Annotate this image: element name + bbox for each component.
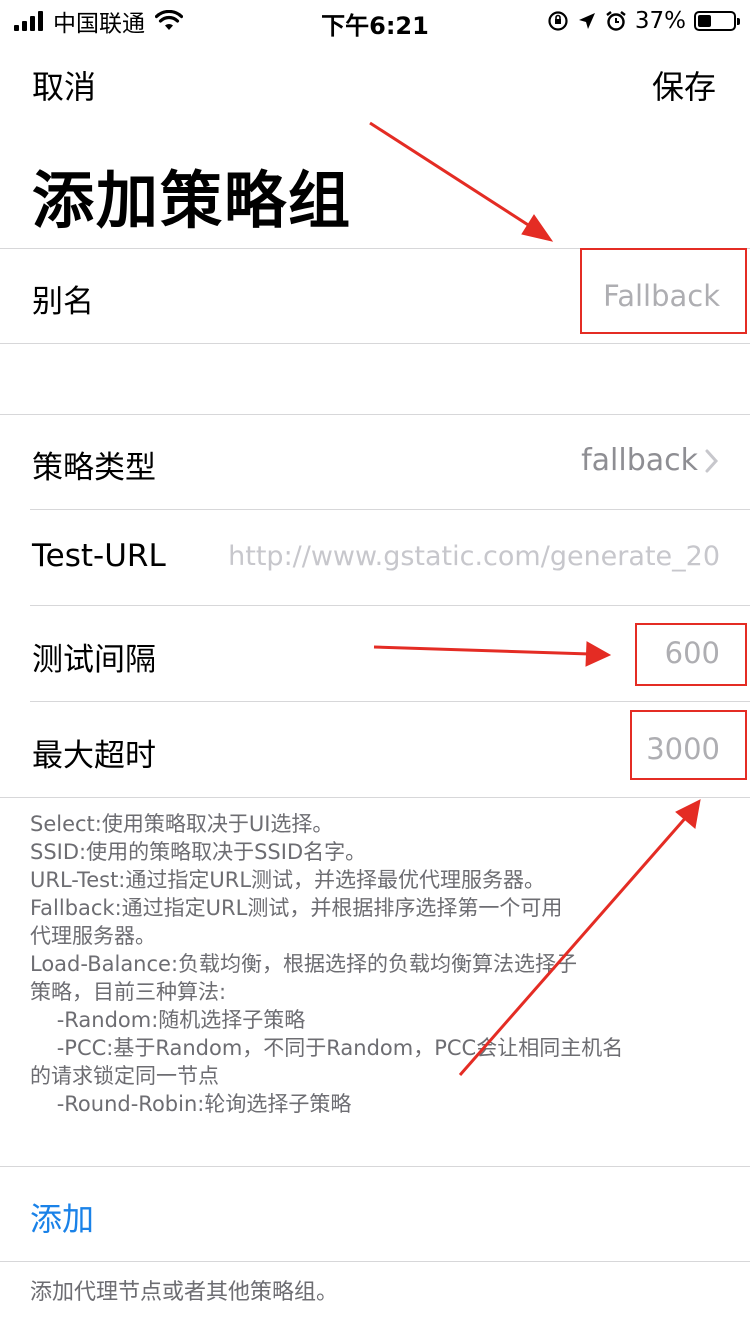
divider [0, 1261, 750, 1262]
location-icon [578, 13, 595, 29]
status-right: 37% [547, 6, 740, 36]
divider [0, 797, 750, 798]
policy-type-value: fallback [581, 443, 698, 478]
policy-type-row[interactable]: fallback [581, 443, 720, 478]
annotation-arrow-alias [369, 121, 554, 242]
rotation-lock-icon [548, 11, 568, 31]
cancel-button[interactable]: 取消 [32, 62, 96, 108]
alarm-icon [606, 11, 626, 31]
chevron-right-icon [705, 449, 719, 472]
divider [0, 343, 750, 344]
divider [0, 1166, 750, 1167]
battery-percent: 37% [634, 8, 686, 34]
test-interval-label: 测试间隔 [32, 642, 156, 678]
divider [30, 509, 750, 510]
divider [30, 605, 750, 606]
alias-label: 别名 [32, 284, 94, 320]
max-timeout-label: 最大超时 [32, 738, 156, 774]
annotation-box-timeout [630, 710, 747, 780]
divider [30, 701, 750, 702]
divider [0, 414, 750, 415]
policy-type-label: 策略类型 [32, 450, 156, 486]
save-button[interactable]: 保存 [652, 62, 716, 108]
policy-description: Select:使用策略取决于UI选择。 SSID:使用的策略取决于SSID名字。… [30, 812, 624, 1116]
test-url-label: Test-URL [32, 538, 166, 574]
annotation-box-alias [580, 248, 747, 334]
test-url-input[interactable]: http://www.gstatic.com/generate_20 [220, 541, 720, 572]
add-button[interactable]: 添加 [30, 1194, 94, 1240]
annotation-box-interval [635, 623, 747, 686]
battery-icon [694, 11, 740, 31]
status-bar: 中国联通 下午6:21 37% [0, 0, 750, 40]
footer-note: 添加代理节点或者其他策略组。 [30, 1280, 339, 1305]
page-title: 添加策略组 [32, 164, 353, 237]
